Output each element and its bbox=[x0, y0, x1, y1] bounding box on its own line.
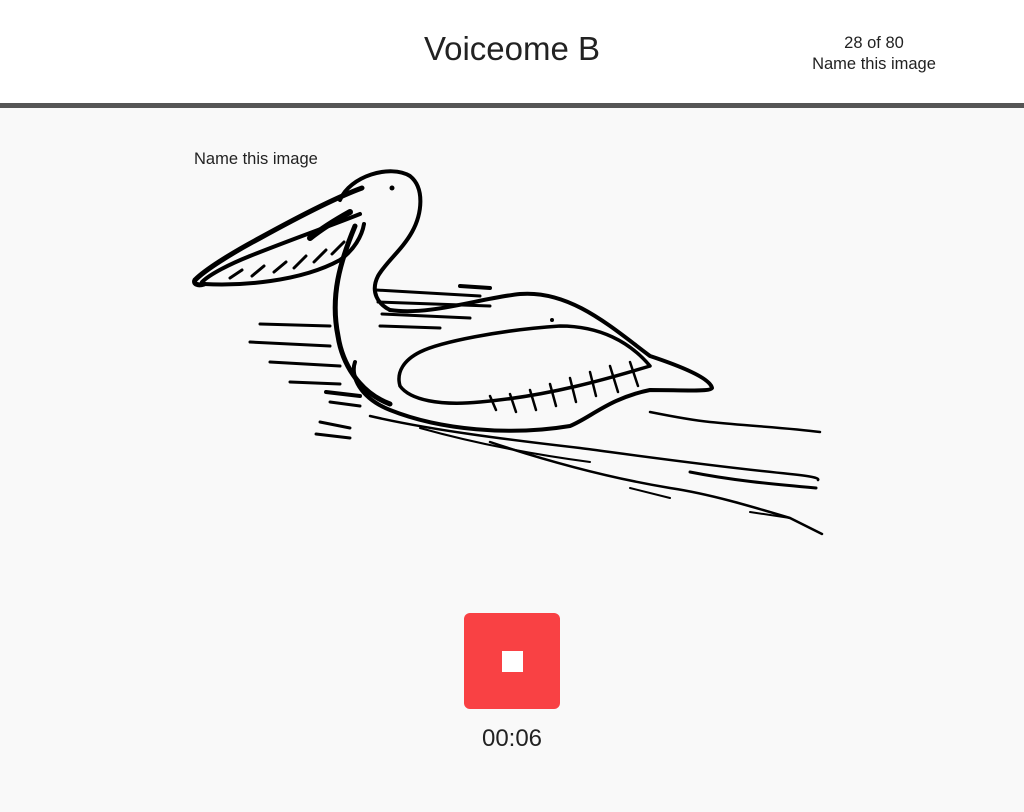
recording-timer: 00:06 bbox=[481, 725, 543, 752]
stop-recording-button[interactable] bbox=[464, 613, 560, 709]
task-progress: 28 of 80 Name this image bbox=[784, 33, 964, 75]
header-bar: Voiceome B 28 of 80 Name this image bbox=[0, 0, 1024, 108]
progress-counter: 28 of 80 bbox=[844, 34, 904, 52]
stop-icon bbox=[502, 651, 523, 672]
progress-task-name: Name this image bbox=[812, 55, 936, 73]
pelican-drawing-icon bbox=[192, 169, 824, 536]
